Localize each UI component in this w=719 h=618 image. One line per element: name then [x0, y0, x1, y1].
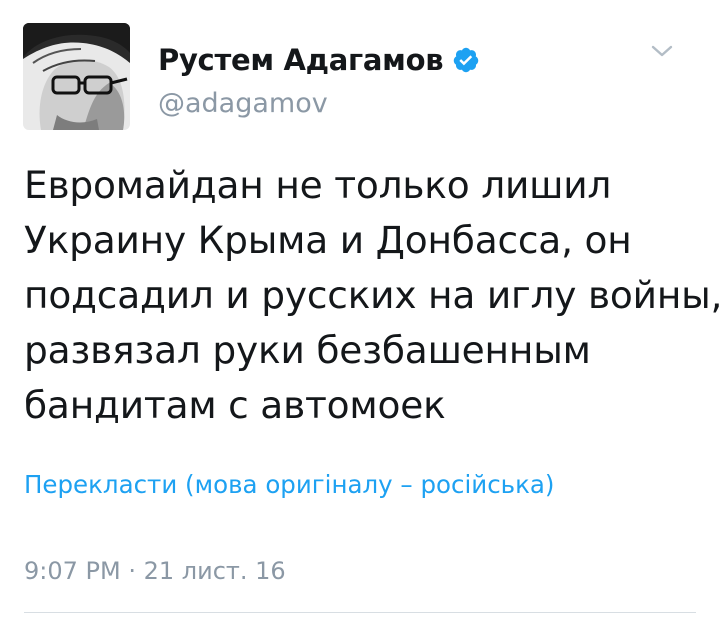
author-handle[interactable]: @adagamov — [158, 88, 328, 119]
tweet-text-line: развязал руки безбашенным — [24, 328, 591, 372]
tweet-text-line: Евромайдан не только лишил — [24, 163, 612, 207]
divider — [24, 612, 696, 613]
tweet-card: Рустем Адагамов @adagamov Евромайдан не … — [0, 0, 719, 618]
user-avatar-photo — [23, 23, 130, 130]
author-name-row[interactable]: Рустем Адагамов — [158, 38, 480, 82]
verified-badge-icon — [452, 46, 480, 74]
tweet-timestamp[interactable]: 9:07 PM · 21 лист. 16 — [24, 557, 286, 585]
author-avatar[interactable] — [23, 23, 130, 130]
tweet-text-line: подсадил и русских на иглу войны, — [24, 273, 719, 317]
chevron-down-icon[interactable] — [648, 40, 676, 62]
tweet-text: Евромайдан не только лишил Украину Крыма… — [24, 158, 719, 433]
translate-tweet-link[interactable]: Перекласти (мова оригіналу – російська) — [24, 470, 555, 499]
author-display-name[interactable]: Рустем Адагамов — [158, 43, 444, 77]
tweet-text-line: бандитам с автомоек — [24, 383, 446, 427]
tweet-text-line: Украину Крыма и Донбасса, он — [24, 218, 632, 262]
